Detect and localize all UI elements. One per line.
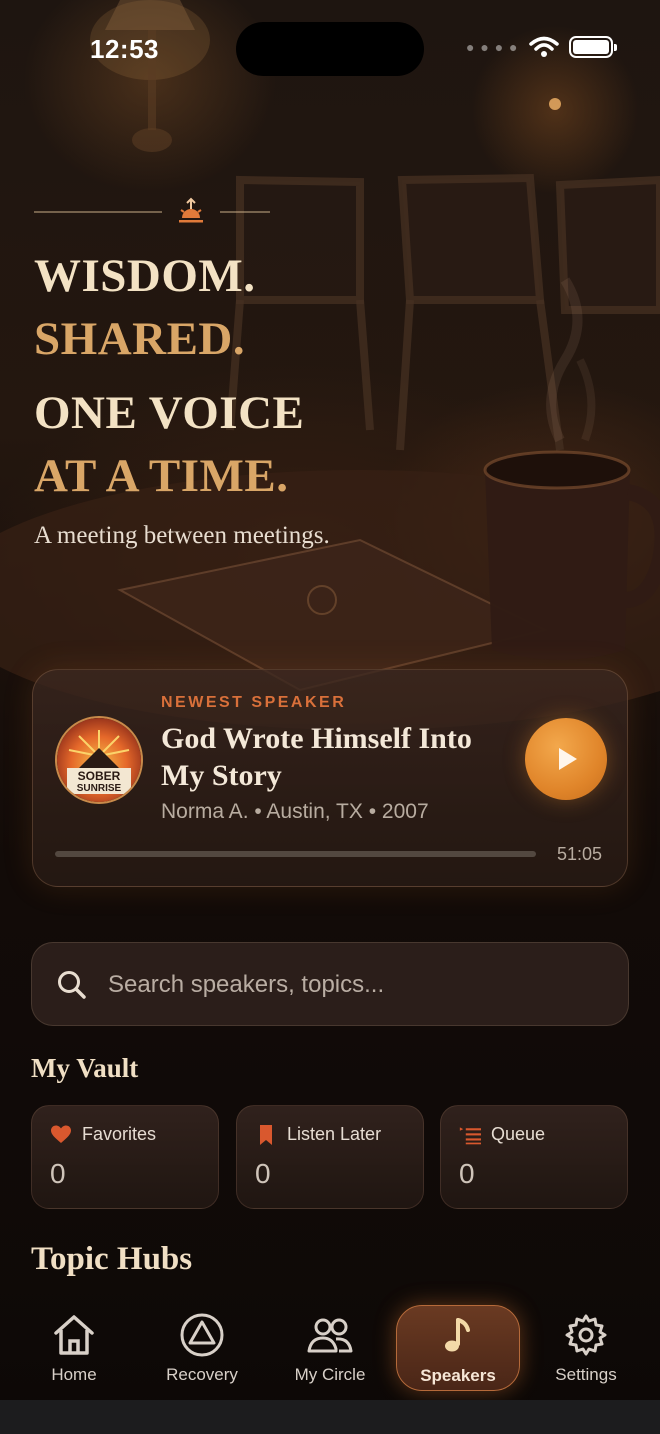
tab-my-circle-label: My Circle xyxy=(294,1365,366,1384)
hero-divider-right xyxy=(220,211,270,213)
newest-speaker-label: NEWEST SPEAKER xyxy=(161,694,347,711)
speaker-meta: Norma A. • Austin, TX • 2007 xyxy=(161,800,429,823)
newest-speaker-card[interactable]: SOBER SUNRISE NEWEST SPEAKER God Wrote H… xyxy=(32,669,628,887)
vault-card-queue[interactable]: Queue 0 xyxy=(440,1105,628,1209)
music-note-icon xyxy=(445,1318,470,1352)
logo-text-sunrise: SUNRISE xyxy=(77,783,122,794)
hero-divider-left xyxy=(34,211,162,213)
topic-hubs-title: Topic Hubs xyxy=(31,1241,193,1277)
hero-line-at-a-time: AT A TIME. xyxy=(34,450,289,502)
play-icon xyxy=(559,748,577,770)
status-time: 12:53 xyxy=(90,34,159,64)
sober-sunrise-logo: SOBER SUNRISE xyxy=(55,716,143,804)
playback-progress-bar[interactable] xyxy=(55,851,536,857)
search-bar[interactable] xyxy=(31,942,629,1026)
people-icon xyxy=(307,1318,353,1353)
tab-settings-label: Settings xyxy=(555,1365,617,1384)
queue-list-icon xyxy=(459,1127,481,1145)
wifi-icon xyxy=(528,36,559,57)
vault-count-favorites: 0 xyxy=(50,1158,66,1189)
sunrise-icon xyxy=(179,197,203,223)
hero-line-one-voice: ONE VOICE xyxy=(34,387,305,439)
vault-card-listen-later[interactable]: Listen Later 0 xyxy=(236,1105,424,1209)
home-indicator-area xyxy=(0,1400,660,1434)
dynamic-island xyxy=(236,22,424,76)
hero-line-shared: SHARED. xyxy=(34,313,246,365)
battery-icon xyxy=(568,36,617,58)
tab-recovery-label: Recovery xyxy=(166,1365,238,1384)
search-input[interactable] xyxy=(108,963,608,1007)
vault-label-queue: Queue xyxy=(491,1124,546,1144)
tab-speakers[interactable]: Speakers xyxy=(396,1305,520,1391)
vault-count-queue: 0 xyxy=(459,1158,475,1189)
tab-settings[interactable]: Settings xyxy=(524,1305,648,1391)
cellular-signal-icon: ● ● ● ● xyxy=(466,39,519,55)
tab-recovery[interactable]: Recovery xyxy=(140,1305,264,1391)
play-button[interactable] xyxy=(525,718,607,800)
vault-card-favorites[interactable]: Favorites 0 xyxy=(31,1105,219,1209)
bookmark-icon xyxy=(260,1125,272,1145)
hero-line-wisdom: WISDOM. xyxy=(34,250,256,302)
home-icon xyxy=(54,1315,94,1355)
my-vault-title: My Vault xyxy=(31,1053,139,1083)
vault-label-favorites: Favorites xyxy=(82,1124,157,1144)
speaker-title[interactable]: God Wrote Himself Into My Story xyxy=(161,720,521,794)
app-screen: 12:53 ● ● ● ● WISDOM. SHARED. ONE VOICE … xyxy=(0,0,660,1434)
tab-speakers-label: Speakers xyxy=(420,1366,496,1385)
status-icons: ● ● ● ● xyxy=(466,36,617,58)
tab-home-label: Home xyxy=(51,1365,97,1384)
logo-text-sober: SOBER xyxy=(78,769,121,783)
hero-tagline: A meeting between meetings. xyxy=(34,522,330,549)
triangle-circle-icon xyxy=(180,1313,224,1357)
gear-icon xyxy=(565,1314,607,1356)
tab-home[interactable]: Home xyxy=(12,1305,136,1391)
search-icon xyxy=(58,971,86,999)
speaker-duration: 51:05 xyxy=(557,844,603,864)
vault-label-listen-later: Listen Later xyxy=(287,1124,382,1144)
tab-my-circle[interactable]: My Circle xyxy=(268,1305,392,1391)
vault-count-listen-later: 0 xyxy=(255,1158,271,1189)
heart-icon xyxy=(51,1125,71,1143)
